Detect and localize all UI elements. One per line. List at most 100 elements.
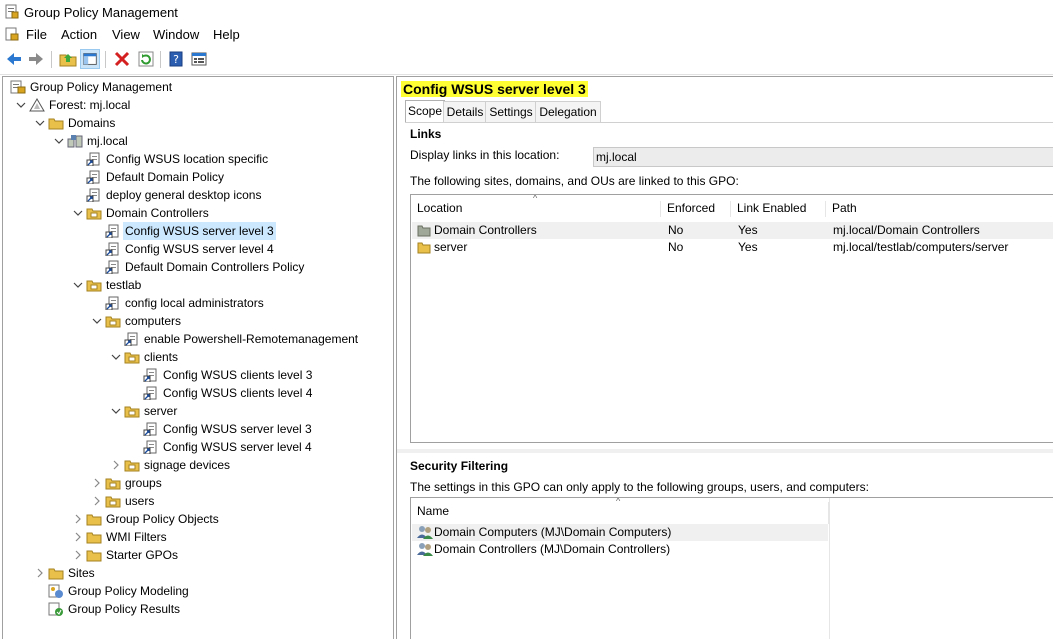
tree-item-label: Group Policy Modeling (68, 584, 189, 598)
tree-item[interactable]: Group Policy Objects (3, 510, 389, 528)
tree-item[interactable]: enable Powershell-Remotemanagement (3, 330, 389, 348)
gpo-title: Config WSUS server level 3 (401, 81, 588, 97)
display-links-field[interactable]: mj.local (593, 147, 1053, 167)
back-icon[interactable] (4, 49, 24, 69)
list-item[interactable]: Domain Computers (MJ\Domain Computers) (412, 524, 828, 541)
gpm-icon (10, 80, 26, 94)
folder-icon (86, 550, 102, 562)
tree-item[interactable]: Default Domain Policy (3, 168, 389, 186)
console-tree[interactable]: Group Policy Management Forest: mj.local D… (2, 76, 394, 639)
tree-item[interactable]: Config WSUS server level 3 (3, 222, 389, 240)
tree-item-label: Domains (68, 116, 116, 130)
menu-bar: File Action View Window Help (0, 24, 1053, 46)
tab-scope[interactable]: Scope (405, 100, 445, 123)
tree-item-label: Default Domain Policy (106, 170, 225, 184)
col-location[interactable]: Location (411, 201, 661, 217)
tree-item[interactable]: signage devices (3, 456, 389, 474)
tab-details[interactable]: Details (443, 101, 487, 122)
tree-item-label: Domain Controllers (106, 206, 209, 220)
menu-action[interactable]: Action (61, 27, 97, 42)
gpo-link-icon (86, 170, 100, 184)
tree-item-label: clients (144, 350, 179, 364)
tree-item[interactable]: groups (3, 474, 389, 492)
splitter[interactable] (397, 449, 1053, 453)
link-path: mj.local/Domain Controllers (833, 223, 980, 237)
svg-text:?: ? (173, 53, 179, 66)
menu-view[interactable]: View (112, 27, 140, 42)
tree-item[interactable]: Config WSUS clients level 3 (3, 366, 389, 384)
details-pane: Config WSUS server level 3 Scope Details… (396, 76, 1053, 639)
ou-icon (124, 406, 140, 418)
tree-item[interactable]: config local administrators (3, 294, 389, 312)
tree-item[interactable]: server (3, 402, 389, 420)
menu-help[interactable]: Help (213, 27, 240, 42)
tree-item[interactable]: mj.local (3, 132, 389, 150)
tree-item[interactable]: Forest: mj.local (3, 96, 389, 114)
tree-item-label: users (125, 494, 155, 508)
link-enabled: Yes (738, 240, 758, 254)
tree-item[interactable]: Sites (3, 564, 389, 582)
tree-item[interactable]: Group Policy Results (3, 600, 389, 618)
col-link-enabled[interactable]: Link Enabled (731, 201, 826, 217)
folder-icon (48, 568, 64, 580)
up-folder-icon[interactable] (58, 49, 78, 69)
link-location: Domain Controllers (434, 223, 537, 237)
link-enforced: No (668, 223, 684, 237)
tree-item[interactable]: testlab (3, 276, 389, 294)
links-list[interactable]: ^ Location Enforced Link Enabled Path Do… (410, 194, 1053, 443)
forward-icon[interactable] (26, 49, 46, 69)
tab-delegation[interactable]: Delegation (535, 101, 601, 122)
tree-item-label: Config WSUS server level 3 (123, 222, 276, 240)
tree-item[interactable]: deploy general desktop icons (3, 186, 389, 204)
folder-icon (48, 118, 64, 130)
tree-item-label: Config WSUS clients level 3 (163, 368, 313, 382)
tree-item[interactable]: Group Policy Management (3, 78, 389, 96)
links-heading: Links (410, 127, 442, 141)
tree-item[interactable]: Config WSUS server level 3 (3, 420, 389, 438)
col-name[interactable]: Name (411, 502, 829, 524)
tree-item[interactable]: Starter GPOs (3, 546, 389, 564)
tree-item[interactable]: computers (3, 312, 389, 330)
col-path[interactable]: Path (826, 201, 1053, 217)
tree-item[interactable]: Domains (3, 114, 389, 132)
tree-item-label: signage devices (144, 458, 231, 472)
tree-item-label: groups (125, 476, 162, 490)
folder-icon (86, 514, 102, 526)
col-enforced[interactable]: Enforced (661, 201, 731, 217)
tree-item[interactable]: Config WSUS clients level 4 (3, 384, 389, 402)
show-hide-tree-icon[interactable] (80, 49, 100, 69)
tree-item[interactable]: users (3, 492, 389, 510)
ou-icon (417, 225, 431, 237)
menu-file[interactable]: File (26, 27, 47, 42)
gpo-link-icon (105, 242, 119, 256)
domain-icon (67, 135, 83, 148)
table-row[interactable]: server No Yes mj.local/testlab/computers… (412, 239, 1053, 256)
properties-icon[interactable] (189, 49, 209, 69)
security-filtering-list[interactable]: ^ Name Domain Computers (MJ\Domain Compu… (410, 497, 1053, 639)
group-icon (417, 526, 433, 539)
security-principal: Domain Controllers (MJ\Domain Controller… (434, 542, 671, 556)
menu-window[interactable]: Window (153, 27, 199, 42)
tree-item[interactable]: Config WSUS location specific (3, 150, 389, 168)
tree-item[interactable]: Domain Controllers (3, 204, 389, 222)
help-icon[interactable]: ? (166, 49, 186, 69)
refresh-icon[interactable] (136, 49, 156, 69)
tree-item[interactable]: Config WSUS server level 4 (3, 240, 389, 258)
table-row[interactable]: Domain Controllers No Yes mj.local/Domai… (412, 222, 1053, 239)
list-item[interactable]: Domain Controllers (MJ\Domain Controller… (412, 541, 828, 558)
delete-icon[interactable] (112, 49, 132, 69)
gpo-link-icon (86, 188, 100, 202)
tree-item-label: Group Policy Objects (106, 512, 219, 526)
window-title: Group Policy Management (24, 5, 178, 20)
tree-item[interactable]: Config WSUS server level 4 (3, 438, 389, 456)
tree-item[interactable]: Default Domain Controllers Policy (3, 258, 389, 276)
tree-item[interactable]: WMI Filters (3, 528, 389, 546)
gpo-link-icon (105, 296, 119, 310)
link-enabled: Yes (738, 223, 758, 237)
system-menu-icon[interactable] (5, 27, 19, 41)
tree-item[interactable]: Group Policy Modeling (3, 582, 389, 600)
tab-settings[interactable]: Settings (485, 101, 537, 122)
tree-item[interactable]: clients (3, 348, 389, 366)
tree-item-label: Group Policy Results (68, 602, 181, 616)
tree-item-label: server (144, 404, 178, 418)
